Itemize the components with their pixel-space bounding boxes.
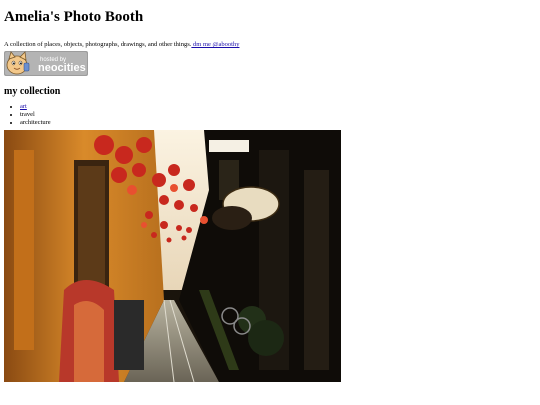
collection-link-art[interactable]: art bbox=[20, 103, 27, 110]
page: Amelia's Photo Booth A collection of pla… bbox=[0, 0, 540, 405]
neocities-badge[interactable]: hosted by neocities bbox=[4, 51, 88, 76]
alley-photo bbox=[4, 130, 341, 382]
badge-line2: neocities bbox=[38, 62, 86, 74]
list-item: art bbox=[20, 103, 536, 111]
collection-heading: my collection bbox=[4, 86, 61, 97]
collection-list: art travel architecture bbox=[4, 103, 536, 127]
list-item: architecture bbox=[20, 119, 536, 127]
intro-paragraph: A collection of places, objects, photogr… bbox=[4, 41, 536, 49]
list-item: travel bbox=[20, 111, 536, 119]
intro-text: A collection of places, objects, photogr… bbox=[4, 41, 192, 48]
dm-link[interactable]: dm me @aboothy bbox=[191, 41, 239, 48]
page-title: Amelia's Photo Booth bbox=[4, 9, 144, 25]
